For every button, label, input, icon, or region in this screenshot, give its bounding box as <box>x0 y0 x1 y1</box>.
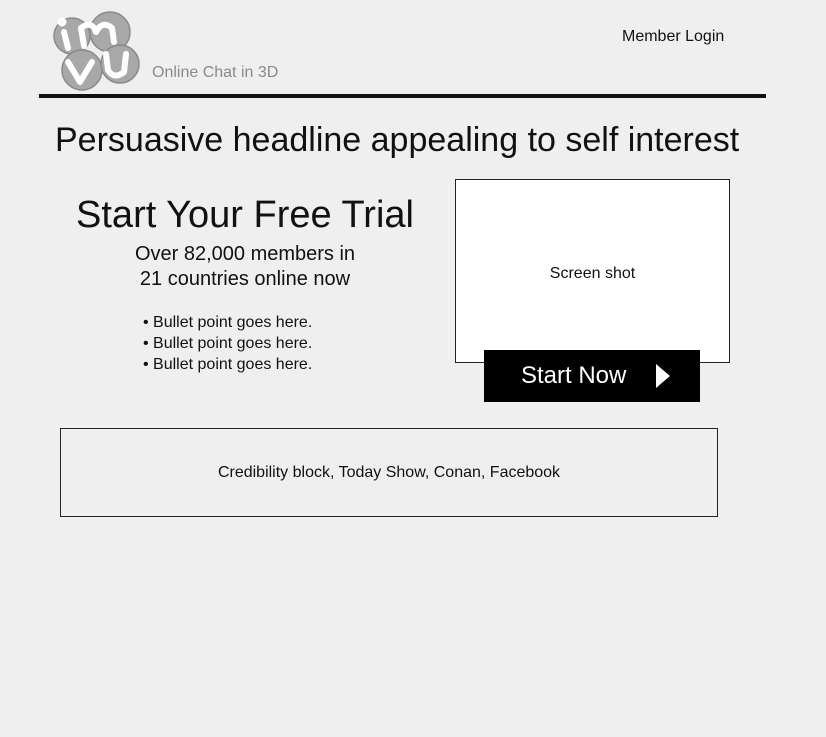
imvu-logo[interactable] <box>48 10 144 96</box>
bullet-item: • Bullet point goes here. <box>143 335 313 352</box>
header-divider <box>39 94 766 98</box>
members-line-2: 21 countries online now <box>139 268 351 290</box>
play-arrow-icon <box>656 364 670 388</box>
member-login-link[interactable]: Member Login <box>622 28 724 46</box>
page: Online Chat in 3D Member Login Persuasiv… <box>0 0 826 737</box>
page-headline: Persuasive headline appealing to self in… <box>55 121 740 159</box>
start-now-button[interactable]: Start Now <box>484 350 700 402</box>
members-count-text: Over 82,000 members in 21 countries onli… <box>55 242 435 292</box>
free-trial-title: Start Your Free Trial <box>76 194 414 236</box>
bullet-item: • Bullet point goes here. <box>143 356 313 373</box>
start-now-label: Start Now <box>521 362 627 389</box>
screenshot-placeholder: Screen shot <box>455 179 730 363</box>
free-trial-section: Start Your Free Trial Over 82,000 member… <box>55 192 435 375</box>
bullet-item: • Bullet point goes here. <box>143 314 313 331</box>
credibility-text: Credibility block, Today Show, Conan, Fa… <box>217 464 561 481</box>
tagline: Online Chat in 3D <box>152 64 279 81</box>
credibility-block: Credibility block, Today Show, Conan, Fa… <box>60 428 718 517</box>
benefit-bullets: • Bullet point goes here. • Bullet point… <box>55 312 435 375</box>
members-line-1: Over 82,000 members in <box>134 243 356 265</box>
screenshot-label: Screen shot <box>549 265 636 282</box>
